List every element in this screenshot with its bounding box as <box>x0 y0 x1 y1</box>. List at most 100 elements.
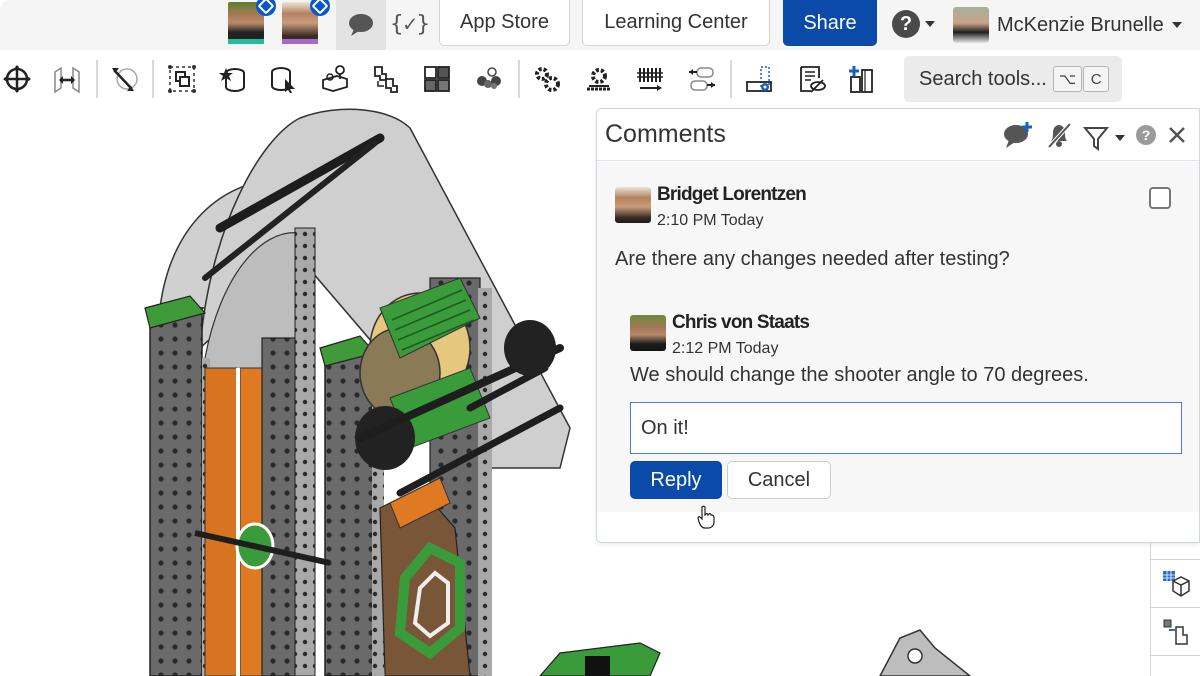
reply-comment: Chris von Staats 2:12 PM Today We should… <box>630 312 1089 387</box>
follow-badge-icon <box>256 0 276 16</box>
mute-notifications-button[interactable] <box>1045 121 1073 154</box>
fasten-group-icon <box>477 67 501 89</box>
select-part-icon <box>271 67 295 93</box>
variables-icon: {✓} <box>390 11 430 37</box>
reply-input[interactable]: On it! <box>630 402 1182 454</box>
linear-relation-tool-button[interactable] <box>685 62 719 96</box>
view-tools-panel <box>1150 540 1200 676</box>
user-menu-button[interactable]: McKenzie Brunelle <box>953 7 1182 43</box>
author-avatar <box>630 315 666 351</box>
share-button[interactable]: Share <box>783 0 877 46</box>
resolve-checkbox[interactable] <box>1149 187 1171 209</box>
speech-bubble-icon <box>349 14 373 36</box>
tile-tool-button[interactable] <box>420 62 454 96</box>
comment-author: Bridget Lorentzen <box>657 184 807 205</box>
fasten-group-tool-button[interactable] <box>472 62 506 96</box>
comments-title: Comments <box>605 120 726 148</box>
view-cube-button[interactable] <box>1151 560 1200 608</box>
slot-mate-tool-button[interactable] <box>743 62 777 96</box>
collaborator-color-bar <box>282 39 318 44</box>
chevron-down-icon <box>1171 22 1182 28</box>
variables-button[interactable]: {✓} <box>390 6 430 42</box>
learning-center-button[interactable]: Learning Center <box>582 0 770 46</box>
mate-icon <box>54 66 80 94</box>
insert-parts-tool-button[interactable] <box>845 62 879 96</box>
view-tool-button[interactable] <box>1151 540 1200 560</box>
toolbar-divider <box>730 60 732 98</box>
screw-relation-tool-button[interactable] <box>633 62 667 96</box>
cancel-button[interactable]: Cancel <box>727 461 831 499</box>
screw-relation-icon <box>637 68 663 91</box>
pattern-icon <box>374 66 398 93</box>
reply-header: Chris von Staats 2:12 PM Today <box>630 312 1089 358</box>
chevron-down-icon <box>1115 134 1125 141</box>
gear-relation-tool-button[interactable] <box>530 62 564 96</box>
comments-help-button[interactable]: ? <box>1135 124 1157 151</box>
hand-cursor-icon <box>697 505 715 529</box>
add-comment-button[interactable] <box>1003 121 1035 154</box>
toolbar-divider <box>518 60 520 98</box>
mate-tool-button[interactable] <box>50 62 84 96</box>
collaborator-avatar-chris[interactable] <box>228 0 276 44</box>
comment-thread-area: Bridget Lorentzen 2:10 PM Today Are ther… <box>597 162 1199 512</box>
comments-header: Comments ? <box>597 109 1199 161</box>
chevron-down-icon <box>925 21 935 27</box>
pattern-tool-button[interactable] <box>370 62 404 96</box>
svg-text:?: ? <box>1142 127 1151 143</box>
comments-panel: Comments ? Bridget Lorentzen 2:10 PM Tod… <box>596 108 1200 543</box>
revolute-tool-button[interactable] <box>107 62 141 96</box>
collaborator-avatar-bridget[interactable] <box>282 0 330 44</box>
comments-actions: ? <box>1003 121 1187 154</box>
assembly-toolbar: Search tools... ⌥ C <box>0 50 1200 108</box>
close-comments-button[interactable] <box>1167 125 1187 150</box>
add-comment-icon <box>1004 122 1032 148</box>
replicate-icon <box>322 65 348 92</box>
comment-text: Are there any changes needed after testi… <box>615 248 1010 270</box>
filter-icon <box>1083 126 1109 151</box>
group-icon <box>168 65 196 93</box>
c-key-badge: C <box>1083 66 1110 92</box>
close-icon <box>1169 127 1185 143</box>
move-icon <box>3 65 31 93</box>
move-tool-button[interactable] <box>0 62 34 96</box>
comment-thread: Bridget Lorentzen 2:10 PM Today Are ther… <box>615 184 1199 386</box>
rack-pinion-tool-button[interactable] <box>582 62 616 96</box>
filter-button[interactable] <box>1083 125 1125 151</box>
insert-part-tool-button[interactable] <box>216 62 250 96</box>
mate-connector-view-button[interactable] <box>1151 608 1200 656</box>
option-key-badge: ⌥ <box>1052 66 1083 92</box>
comments-toggle-button[interactable] <box>336 0 386 50</box>
reply-input-value: On it! <box>641 416 689 439</box>
reply-author: Chris von Staats <box>672 312 810 333</box>
onshape-assembly-window: {✓} App Store Learning Center Share ? Mc… <box>0 0 1200 676</box>
user-name: McKenzie Brunelle <box>997 13 1164 36</box>
slot-mate-icon <box>746 66 772 92</box>
app-store-button[interactable]: App Store <box>439 0 570 46</box>
top-bar: {✓} App Store Learning Center Share ? Mc… <box>0 0 1200 50</box>
follow-badge-icon <box>310 0 330 16</box>
aluminum-channel <box>149 307 203 676</box>
help-icon: ? <box>1136 125 1156 145</box>
revolute-icon <box>112 68 138 91</box>
search-tools-placeholder: Search tools... <box>919 67 1047 90</box>
reply-timestamp: 2:12 PM Today <box>672 340 779 357</box>
collaborator-color-bar <box>228 39 264 44</box>
replicate-tool-button[interactable] <box>318 62 352 96</box>
select-part-tool-button[interactable] <box>266 62 300 96</box>
mate-connector-icon <box>1163 619 1188 645</box>
bell-off-icon <box>1047 122 1072 149</box>
author-avatar <box>615 187 651 223</box>
toolbar-divider <box>152 60 154 98</box>
reply-button[interactable]: Reply <box>630 461 722 499</box>
reply-text: We should change the shooter angle to 70… <box>630 364 1089 386</box>
help-icon: ? <box>892 10 920 38</box>
insert-part-icon <box>219 68 245 92</box>
search-tools-input[interactable]: Search tools... ⌥ C <box>904 56 1122 102</box>
tile-icon <box>424 66 450 92</box>
explode-tool-button[interactable] <box>795 62 829 96</box>
group-tool-button[interactable] <box>165 62 199 96</box>
rack-pinion-icon <box>587 68 611 91</box>
user-avatar <box>953 7 989 43</box>
view-cube-icon <box>1163 570 1190 597</box>
help-menu-button[interactable]: ? <box>892 10 935 38</box>
